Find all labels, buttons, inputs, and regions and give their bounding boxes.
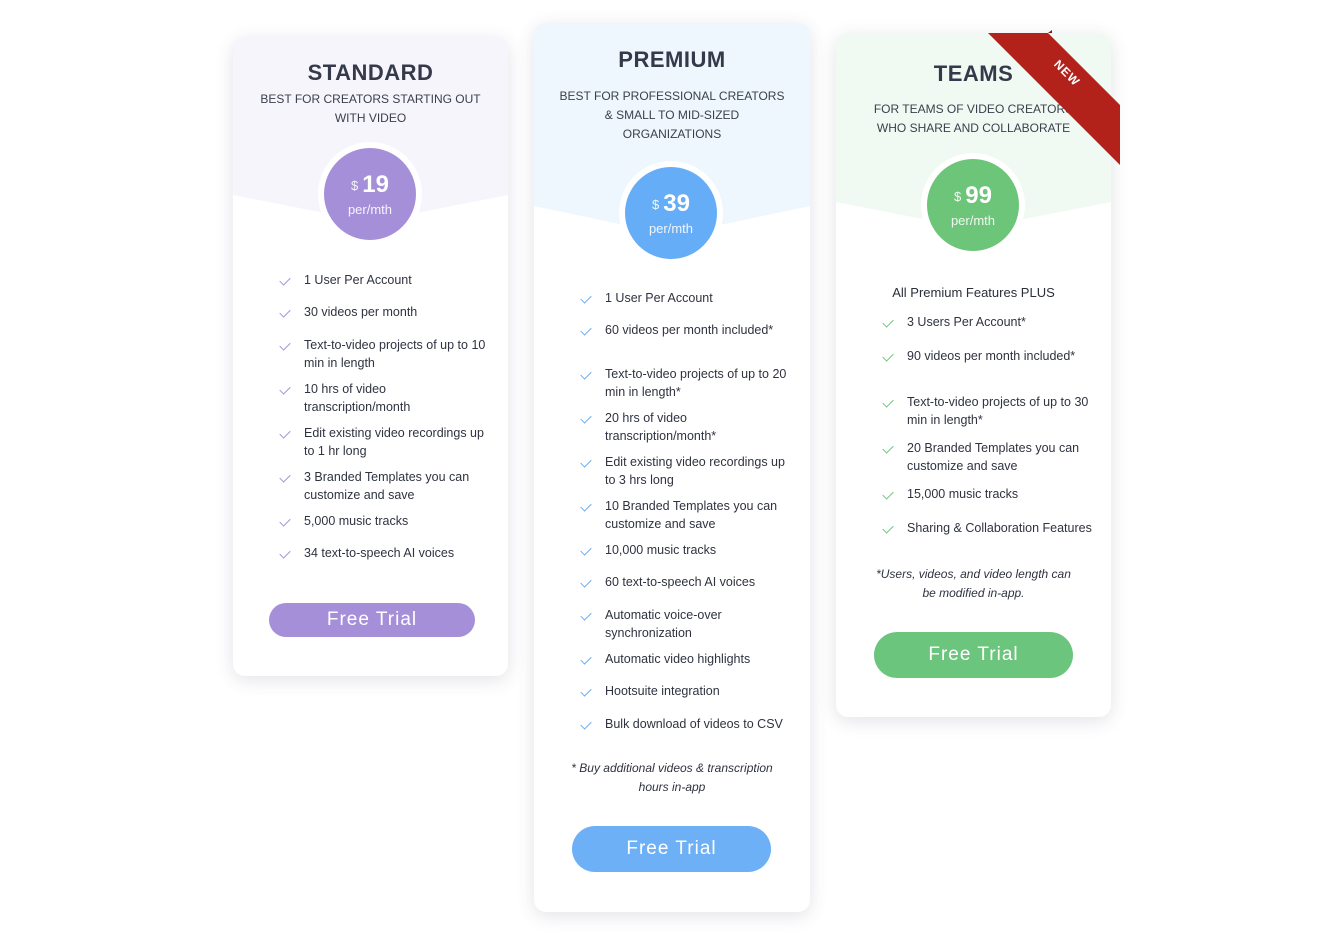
feature-item: 90 videos per month included* [882, 347, 1092, 365]
feature-item: 1 User Per Account [580, 289, 790, 307]
feature-item: Text-to-video projects of up to 30 min i… [882, 393, 1092, 429]
check-icon [279, 515, 291, 527]
feature-item: 34 text-to-speech AI voices [279, 544, 489, 562]
check-icon [580, 456, 592, 468]
free-trial-button-premium[interactable]: Free Trial [572, 826, 771, 872]
plan-subtitle: FOR TEAMS OF VIDEO CREATORS WHO SHARE AN… [873, 102, 1074, 135]
feature-item: Sharing & Collaboration Features [882, 519, 1092, 537]
check-icon [580, 324, 592, 336]
check-icon [580, 718, 592, 730]
feature-item: Edit existing video recordings up to 3 h… [580, 453, 790, 489]
feature-item: 60 text-to-speech AI voices [580, 573, 790, 591]
free-trial-button-teams[interactable]: Free Trial [874, 632, 1073, 678]
check-icon [580, 368, 592, 380]
check-icon [279, 274, 291, 286]
free-trial-button-standard[interactable]: Free Trial [269, 603, 475, 637]
plan-subtitle: BEST FOR PROFESSIONAL CREATORS & SMALL T… [559, 89, 785, 141]
feature-item: Bulk download of videos to CSV [580, 715, 790, 733]
price-period: per/mth [347, 202, 393, 217]
feature-item: Text-to-video projects of up to 10 min i… [279, 336, 489, 372]
plan-name: PREMIUM [618, 47, 726, 72]
check-icon [580, 412, 592, 424]
check-icon [580, 576, 592, 588]
check-icon [279, 471, 291, 483]
check-icon [279, 339, 291, 351]
feature-item: 60 videos per month included* [580, 321, 790, 339]
price-amount: 39 [663, 190, 690, 217]
currency-symbol: $ [954, 189, 962, 204]
check-icon [279, 547, 291, 559]
plan-card-premium: PREMIUM BEST FOR PROFESSIONAL CREATORS &… [534, 23, 810, 912]
feature-item: 10 Branded Templates you can customize a… [580, 497, 790, 533]
price-badge: $19 per/mth [324, 148, 416, 240]
check-icon [580, 653, 592, 665]
feature-item: 15,000 music tracks [882, 485, 1092, 503]
feature-item: Automatic video highlights [580, 650, 790, 668]
feature-item: Hootsuite integration [580, 682, 790, 700]
feature-item: 10,000 music tracks [580, 541, 790, 559]
check-icon [580, 685, 592, 697]
price-period: per/mth [950, 213, 996, 228]
check-icon [882, 316, 894, 328]
plan-card-teams: TEAMS FOR TEAMS OF VIDEO CREATORS WHO SH… [836, 33, 1111, 717]
price-badge: $39 per/mth [625, 167, 717, 259]
footnote: *Users, videos, and video length can be … [876, 567, 1071, 600]
price-amount: 99 [965, 182, 992, 209]
feature-item: Automatic voice-over synchronization [580, 606, 790, 642]
check-icon [882, 350, 894, 362]
plan-name: STANDARD [307, 60, 434, 85]
price-period: per/mth [648, 221, 694, 236]
price-amount: 19 [362, 171, 389, 198]
check-icon [279, 383, 291, 395]
feature-item: Edit existing video recordings up to 1 h… [279, 424, 489, 460]
features-intro: All Premium Features PLUS [892, 285, 1055, 300]
plan-subtitle: BEST FOR CREATORS STARTING OUT WITH VIDE… [260, 92, 481, 125]
plan-card-standard: STANDARD BEST FOR CREATORS STARTING OUT … [233, 37, 508, 676]
feature-item: 20 hrs of video transcription/month* [580, 409, 790, 445]
check-icon [279, 306, 291, 318]
check-icon [580, 292, 592, 304]
feature-item: 10 hrs of video transcription/month [279, 380, 489, 416]
check-icon [882, 396, 894, 408]
check-icon [882, 442, 894, 454]
feature-item: 3 Branded Templates you can customize an… [279, 468, 489, 504]
feature-item: 20 Branded Templates you can customize a… [882, 439, 1092, 475]
feature-item: Text-to-video projects of up to 20 min i… [580, 365, 790, 401]
check-icon [882, 522, 894, 534]
feature-item: 3 Users Per Account* [882, 313, 1092, 331]
check-icon [580, 609, 592, 621]
currency-symbol: $ [652, 197, 660, 212]
price-badge: $99 per/mth [927, 159, 1019, 251]
feature-item: 30 videos per month [279, 303, 489, 321]
feature-item: 1 User Per Account [279, 271, 489, 289]
check-icon [580, 500, 592, 512]
currency-symbol: $ [351, 178, 359, 193]
check-icon [279, 427, 291, 439]
footnote: * Buy additional videos & transcription … [571, 761, 773, 794]
feature-item: 5,000 music tracks [279, 512, 489, 530]
check-icon [882, 488, 894, 500]
check-icon [580, 544, 592, 556]
